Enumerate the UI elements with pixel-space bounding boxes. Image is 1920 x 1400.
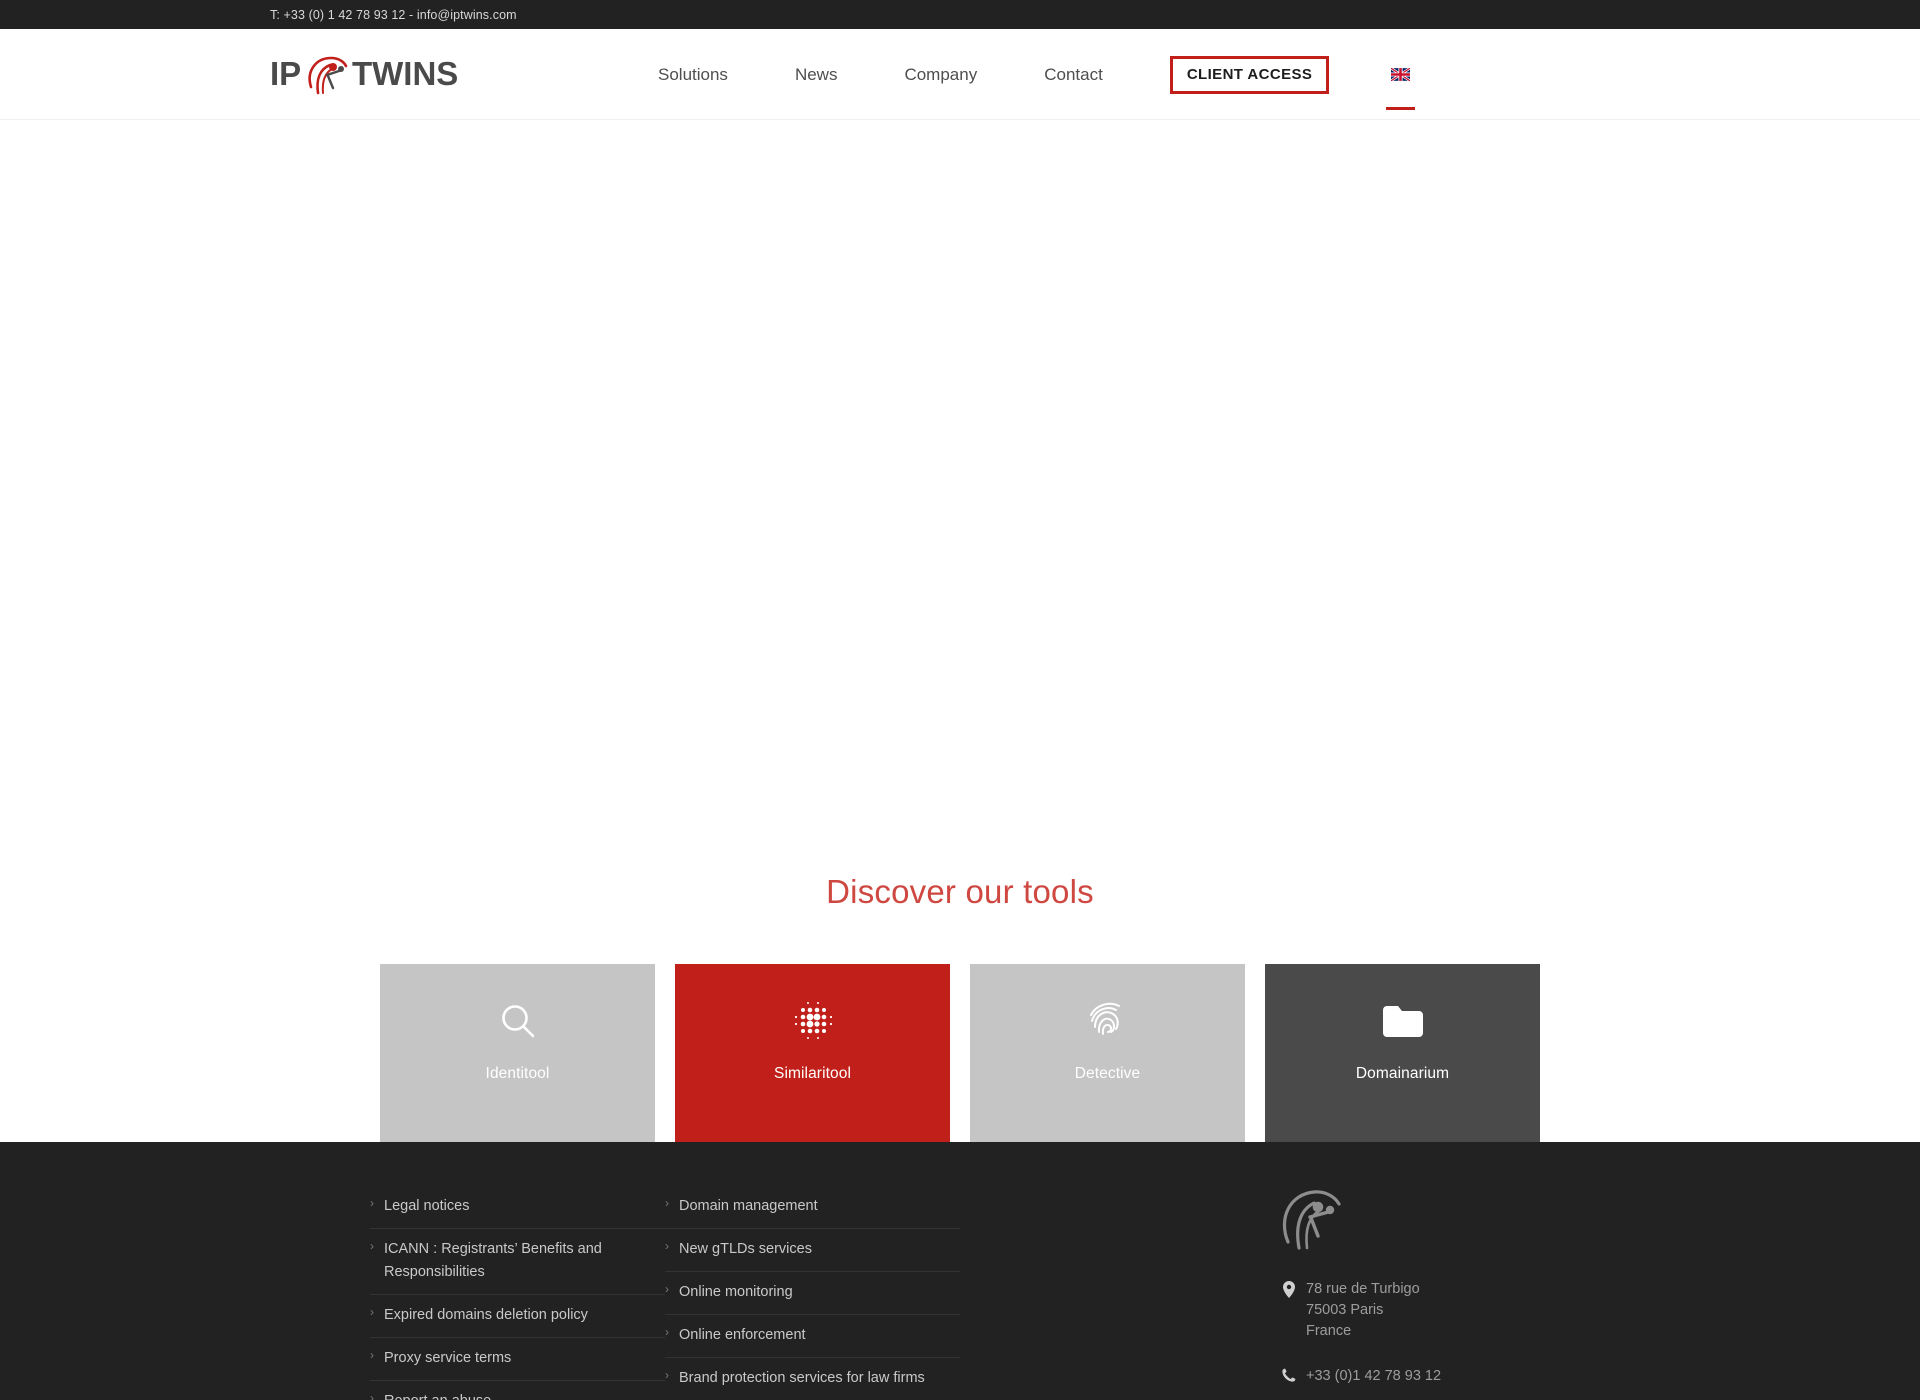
- topbar-contact-text[interactable]: T: +33 (0) 1 42 78 93 12 - info@iptwins.…: [270, 8, 517, 22]
- footer-address: 78 rue de Turbigo 75003 Paris France: [1280, 1279, 1580, 1342]
- footer-address-lines: 78 rue de Turbigo 75003 Paris France: [1306, 1279, 1420, 1342]
- chevron-right-icon: ›: [370, 1391, 374, 1400]
- chevron-right-icon: ›: [665, 1196, 669, 1210]
- footer-link-report-abuse[interactable]: › Report an abuse: [370, 1381, 665, 1400]
- iptwins-logo-icon: IP TWINS: [270, 55, 458, 94]
- footer-contact-block: 78 rue de Turbigo 75003 Paris France +33 (…: [1280, 1186, 1580, 1400]
- fingerprint-icon: [1085, 998, 1131, 1046]
- footer-link-label: Proxy service terms: [384, 1350, 512, 1366]
- footer-link-expired-domains[interactable]: › Expired domains deletion policy: [370, 1295, 665, 1338]
- nav-item-news[interactable]: News: [795, 65, 838, 85]
- footer-service-links: › Domain management › New gTLDs services…: [665, 1186, 960, 1400]
- top-contact-bar: T: +33 (0) 1 42 78 93 12 - info@iptwins.…: [0, 0, 1920, 29]
- nav-item-company[interactable]: Company: [904, 65, 977, 85]
- chevron-right-icon: ›: [370, 1239, 374, 1253]
- page-root: T: +33 (0) 1 42 78 93 12 - info@iptwins.…: [0, 0, 1920, 1400]
- nav-item-contact[interactable]: Contact: [1044, 65, 1103, 85]
- tool-card-similaritool[interactable]: Similaritool: [675, 964, 950, 1142]
- chevron-right-icon: ›: [370, 1196, 374, 1210]
- tools-section-title: Discover our tools: [826, 873, 1094, 910]
- tools-section: Discover our tools Identitool Similarito…: [0, 839, 1920, 1142]
- footer-link-proxy-terms[interactable]: › Proxy service terms: [370, 1338, 665, 1381]
- folder-icon: [1381, 998, 1425, 1046]
- footer-phone-text: +33 (0)1 42 78 93 12: [1306, 1368, 1442, 1384]
- chevron-right-icon: ›: [665, 1239, 669, 1253]
- footer-link-label: Online monitoring: [679, 1284, 793, 1300]
- tool-label-identitool: Identitool: [485, 1065, 550, 1082]
- footer-link-online-enforcement[interactable]: › Online enforcement: [665, 1315, 960, 1358]
- footer-link-domain-management[interactable]: › Domain management: [665, 1186, 960, 1229]
- chevron-right-icon: ›: [665, 1325, 669, 1339]
- footer-link-label: New gTLDs services: [679, 1241, 812, 1257]
- tool-card-identitool[interactable]: Identitool: [380, 964, 655, 1142]
- uk-flag-icon: [1391, 68, 1411, 81]
- address-line-2: 75003 Paris: [1306, 1302, 1384, 1318]
- footer-link-label: Report an abuse: [384, 1390, 491, 1400]
- main-navigation: Solutions News Company Contact CLIENT AC…: [658, 55, 1416, 110]
- address-line-1: 78 rue de Turbigo: [1306, 1281, 1420, 1297]
- tools-grid: Identitool Similaritool Detective Domain…: [380, 964, 1540, 1142]
- language-switcher[interactable]: [1386, 68, 1416, 110]
- footer-link-label: Domain management: [679, 1198, 818, 1214]
- map-pin-icon: [1280, 1279, 1298, 1298]
- footer-link-brand-protection[interactable]: › Brand protection services for law firm…: [665, 1358, 960, 1400]
- dot-matrix-icon: [790, 998, 836, 1046]
- tool-label-detective: Detective: [1074, 1065, 1141, 1082]
- footer-link-label: Expired domains deletion policy: [384, 1307, 588, 1323]
- tool-card-detective[interactable]: Detective: [970, 964, 1245, 1142]
- footer-link-label: Online enforcement: [679, 1327, 806, 1343]
- footer-link-icann[interactable]: › ICANN : Registrants’ Benefits and Resp…: [370, 1229, 665, 1295]
- footer-link-label: Brand protection services for law firms: [679, 1370, 925, 1386]
- tool-card-domainarium[interactable]: Domainarium: [1265, 964, 1540, 1142]
- active-language-indicator: [1386, 107, 1416, 110]
- chevron-right-icon: ›: [370, 1348, 374, 1362]
- footer-link-label: ICANN : Registrants’ Benefits and Respon…: [384, 1241, 602, 1280]
- footer-link-label: Legal notices: [384, 1198, 470, 1214]
- client-access-button[interactable]: CLIENT ACCESS: [1169, 55, 1330, 94]
- footer-link-new-gtlds[interactable]: › New gTLDs services: [665, 1229, 960, 1272]
- chevron-right-icon: ›: [370, 1305, 374, 1319]
- phone-icon: [1280, 1366, 1298, 1382]
- chevron-right-icon: ›: [665, 1282, 669, 1296]
- footer-logo-mark: [1280, 1186, 1580, 1257]
- tool-label-domainarium: Domainarium: [1355, 1065, 1450, 1082]
- tool-label-similaritool: Similaritool: [774, 1065, 851, 1082]
- site-footer: › Legal notices › ICANN : Registrants’ B…: [0, 1142, 1920, 1400]
- footer-link-legal-notices[interactable]: › Legal notices: [370, 1186, 665, 1229]
- footer-phone[interactable]: +33 (0)1 42 78 93 12: [1280, 1366, 1580, 1387]
- footer-legal-links: › Legal notices › ICANN : Registrants’ B…: [370, 1186, 665, 1400]
- site-logo[interactable]: IP TWINS: [270, 51, 480, 99]
- site-header: IP TWINS Solutions News Company Contact …: [0, 29, 1920, 120]
- nav-item-solutions[interactable]: Solutions: [658, 65, 728, 85]
- chevron-right-icon: ›: [665, 1368, 669, 1382]
- hero-slider-region: [0, 120, 1920, 839]
- footer-link-online-monitoring[interactable]: › Online monitoring: [665, 1272, 960, 1315]
- magnifier-icon: [496, 998, 540, 1046]
- svg-text:IP: IP: [270, 55, 301, 92]
- svg-text:TWINS: TWINS: [352, 55, 458, 92]
- address-line-3: France: [1306, 1323, 1352, 1339]
